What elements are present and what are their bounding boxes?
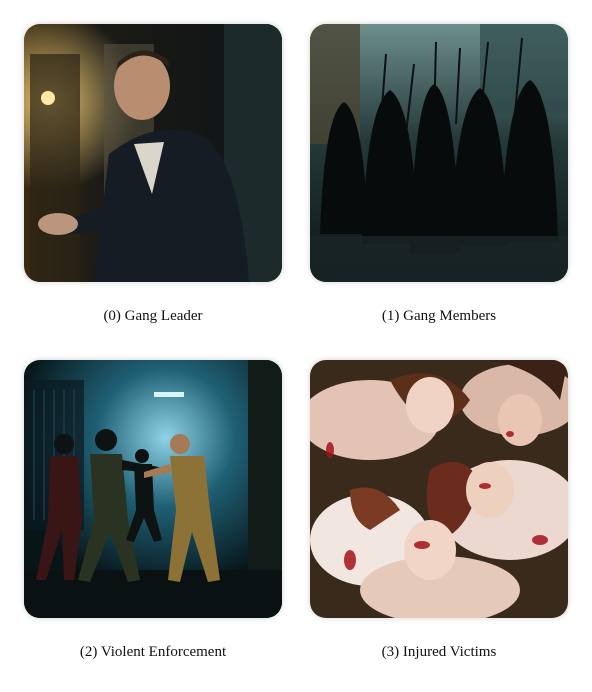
caption-injured-victims: (3) Injured Victims bbox=[381, 644, 497, 660]
caption-gang-leader: (0) Gang Leader bbox=[103, 308, 203, 324]
injured-victims-image bbox=[310, 360, 568, 618]
gang-members-image bbox=[310, 24, 568, 282]
caption-violent-enforcement: (2) Violent Enforcement bbox=[79, 644, 227, 660]
violent-enforcement-image bbox=[24, 360, 282, 618]
gang-leader-image bbox=[24, 24, 282, 282]
caption-gang-members: (1) Gang Members bbox=[381, 308, 497, 324]
image-grid: (0) Gang Leader (1) Gang Members (2) Vio… bbox=[0, 0, 592, 692]
